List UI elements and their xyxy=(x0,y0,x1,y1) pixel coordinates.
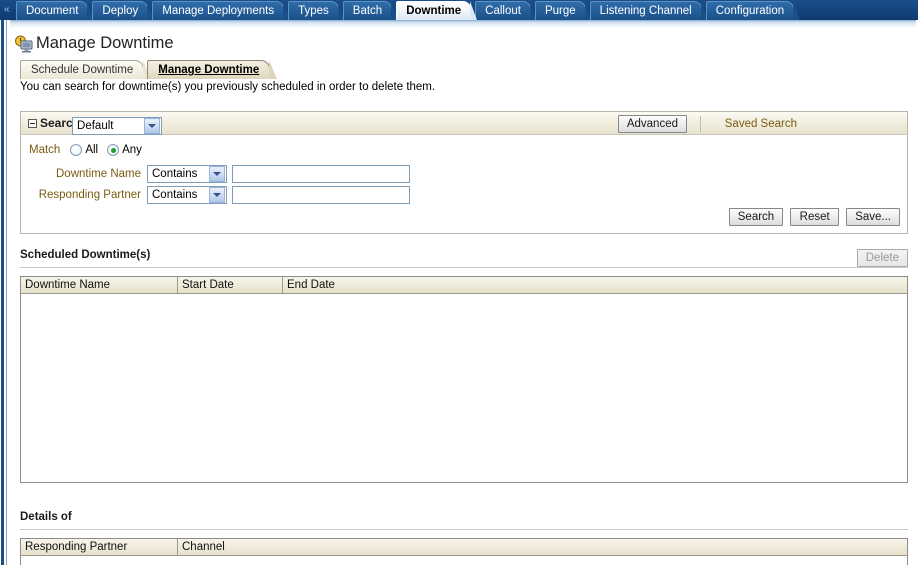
scheduled-grid-body xyxy=(21,294,907,482)
details-section-label: Details of xyxy=(20,511,72,523)
top-nav-tab-purge[interactable]: Purge xyxy=(534,1,592,20)
reset-button[interactable]: Reset xyxy=(790,208,840,226)
top-nav-tab-label: Configuration xyxy=(715,5,785,17)
top-nav-tab-label: Listening Channel xyxy=(599,5,692,17)
top-nav-tab-deploy[interactable]: Deploy xyxy=(92,1,155,20)
match-row: Match All Any xyxy=(29,144,151,156)
chevron-down-icon xyxy=(209,187,225,203)
top-nav-tab-list: Document Deploy Manage Deployments Types Bat… xyxy=(16,0,801,20)
match-radio-any[interactable] xyxy=(107,144,120,156)
top-nav-tab-label: Document xyxy=(26,5,79,17)
search-input-responding-partner[interactable] xyxy=(232,186,410,204)
top-nav-tab-manage-deployments[interactable]: Manage Deployments xyxy=(152,1,290,20)
header-separator xyxy=(700,116,701,132)
search-panel: Search Advanced Saved Search Default Mat… xyxy=(20,111,908,234)
saved-search-select[interactable]: Default xyxy=(72,117,163,135)
downtime-monitor-icon xyxy=(14,35,34,53)
column-header[interactable]: Start Date xyxy=(178,277,283,293)
scheduled-section-rule xyxy=(20,267,908,268)
column-header[interactable]: Channel xyxy=(178,539,907,555)
intro-text: You can search for downtime(s) you previ… xyxy=(20,81,436,93)
top-nav-tab-batch[interactable]: Batch xyxy=(342,1,399,20)
sub-tab-list: Schedule Downtime Manage Downtime xyxy=(20,59,278,79)
field-label-downtime-name: Downtime Name xyxy=(56,168,141,180)
top-nav-tab-label: Deploy xyxy=(102,5,139,17)
column-header[interactable]: End Date xyxy=(283,277,907,293)
chevron-down-icon xyxy=(144,118,161,134)
match-radio-group: All Any xyxy=(70,144,151,156)
search-button[interactable]: Search xyxy=(728,208,784,226)
column-header[interactable]: Downtime Name xyxy=(21,277,178,293)
operator-select-downtime-name[interactable]: Contains xyxy=(147,165,227,183)
top-nav-tab-label: Downtime xyxy=(406,5,462,17)
search-field-responding-partner: Responding Partner Contains xyxy=(29,186,410,204)
top-nav-tab-label: Batch xyxy=(352,5,383,17)
search-panel-header: Search Advanced Saved Search Default xyxy=(21,112,907,135)
page-content: Manage Downtime Schedule Downtime Manage … xyxy=(10,28,918,565)
delete-button[interactable]: Delete xyxy=(856,249,908,267)
sub-tab-manage-downtime[interactable]: Manage Downtime xyxy=(147,60,278,79)
search-field-downtime-name: Downtime Name Contains xyxy=(29,165,410,183)
page-title: Manage Downtime xyxy=(36,34,174,52)
search-input-downtime-name[interactable] xyxy=(232,165,410,183)
match-label: Match xyxy=(29,144,61,157)
operator-value-downtime-name: Contains xyxy=(152,168,198,180)
top-nav-tab-document[interactable]: Document xyxy=(16,1,95,20)
top-nav-tab-listening-channel[interactable]: Listening Channel xyxy=(589,1,708,20)
top-navigation-bar: « Document Deploy Manage Deployments Types B… xyxy=(0,0,918,20)
application-window: « Document Deploy Manage Deployments Types B… xyxy=(0,0,918,565)
sub-tab-label: Manage Downtime xyxy=(158,64,260,76)
operator-value-responding-partner: Contains xyxy=(152,189,198,201)
scheduled-downtimes-grid: Downtime Name Start Date End Date xyxy=(20,276,908,483)
content-top-bevel xyxy=(10,20,918,28)
window-left-border xyxy=(0,20,10,565)
top-nav-tab-label: Callout xyxy=(485,5,521,17)
top-nav-tab-callout[interactable]: Callout xyxy=(475,1,537,20)
scheduled-grid-header: Downtime Name Start Date End Date xyxy=(21,277,907,294)
search-action-buttons: Search Reset Save... xyxy=(728,208,900,226)
top-nav-tab-label: Purge xyxy=(544,5,576,17)
details-section-rule xyxy=(20,529,908,530)
sub-tab-label: Schedule Downtime xyxy=(31,64,134,76)
match-radio-all[interactable] xyxy=(70,144,83,156)
match-radio-label-all: All xyxy=(85,144,99,157)
top-nav-tab-types[interactable]: Types xyxy=(288,1,345,20)
saved-search-value: Default xyxy=(77,120,114,132)
chevron-down-icon xyxy=(209,166,225,182)
column-header[interactable]: Responding Partner xyxy=(21,539,178,555)
details-grid: Responding Partner Channel xyxy=(20,538,908,565)
details-grid-header: Responding Partner Channel xyxy=(21,539,907,556)
details-grid-body xyxy=(21,556,907,565)
top-nav-tab-downtime[interactable]: Downtime xyxy=(396,1,478,20)
page-title-row: Manage Downtime xyxy=(14,34,174,53)
saved-search-label: Saved Search xyxy=(724,118,797,130)
top-nav-tab-label: Types xyxy=(298,5,329,17)
minus-box-icon[interactable] xyxy=(28,118,37,128)
sub-tab-schedule-downtime[interactable]: Schedule Downtime xyxy=(20,60,152,79)
nav-scroll-left-icon[interactable]: « xyxy=(4,4,10,16)
advanced-button[interactable]: Advanced xyxy=(617,115,687,133)
top-nav-tab-configuration[interactable]: Configuration xyxy=(705,1,801,20)
match-radio-label-any: Any xyxy=(122,144,142,157)
scheduled-section-label: Scheduled Downtime(s) xyxy=(20,249,151,261)
operator-select-responding-partner[interactable]: Contains xyxy=(147,186,227,204)
field-label-responding-partner: Responding Partner xyxy=(38,189,141,201)
top-nav-tab-label: Manage Deployments xyxy=(162,5,275,17)
save-search-button[interactable]: Save... xyxy=(846,208,900,226)
